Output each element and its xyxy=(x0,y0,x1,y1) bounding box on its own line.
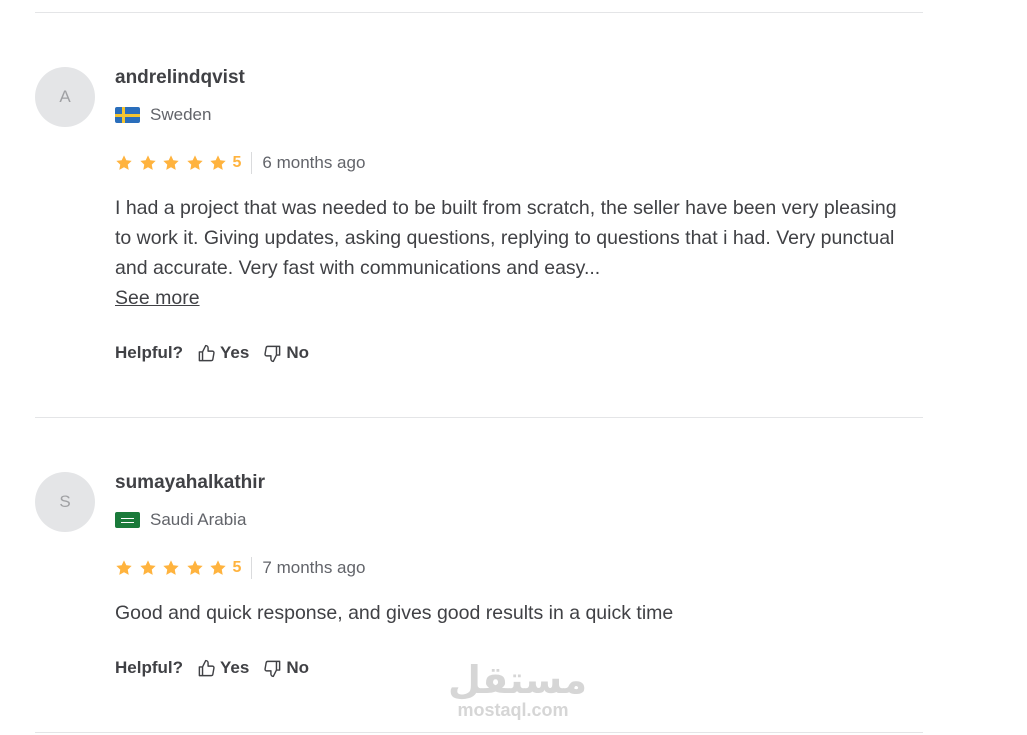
sweden-flag-icon xyxy=(115,107,140,123)
thumbs-down-icon xyxy=(264,660,281,677)
avatar-initial: A xyxy=(59,87,71,106)
rating-separator xyxy=(251,557,253,579)
reviewer-country: Sweden xyxy=(115,104,923,126)
reviewer-username: sumayahalkathir xyxy=(115,472,265,493)
watermark-latin: mostaql.com xyxy=(457,700,569,720)
reviewer-country: Saudi Arabia xyxy=(115,509,923,531)
review-divider-bottom xyxy=(35,732,923,733)
thumbs-up-icon xyxy=(198,344,215,361)
helpful-no-button[interactable]: No xyxy=(263,658,309,678)
star-icon xyxy=(210,155,226,170)
thumbs-up-icon xyxy=(198,659,215,676)
rating-row: 5 6 months ago xyxy=(115,152,923,174)
helpful-row: Helpful? Yes No xyxy=(115,342,923,364)
star-icon xyxy=(116,155,132,170)
rating-score: 5 xyxy=(232,559,242,576)
yes-label: Yes xyxy=(220,343,250,362)
no-label: No xyxy=(286,658,309,677)
reviewer-username: andrelindqvist xyxy=(115,67,245,88)
rating-separator xyxy=(251,152,253,174)
no-label: No xyxy=(286,343,309,362)
rating-score: 5 xyxy=(232,154,242,171)
star-icon xyxy=(210,560,226,575)
review-divider xyxy=(35,417,923,418)
review-divider-top xyxy=(35,12,923,13)
helpful-yes-button[interactable]: Yes xyxy=(197,658,249,678)
helpful-yes-button[interactable]: Yes xyxy=(197,343,249,363)
star-icon xyxy=(186,560,203,575)
avatar: A xyxy=(35,67,95,127)
review-content: andrelindqvist Sweden 5 6 months ago I h… xyxy=(115,67,923,364)
star-icon xyxy=(139,155,156,170)
watermark-arabic: مستقل xyxy=(448,658,587,702)
review-text: I had a project that was needed to be bu… xyxy=(115,197,897,279)
star-rating xyxy=(115,154,233,172)
avatar-initial: S xyxy=(59,492,71,511)
country-name: Saudi Arabia xyxy=(150,510,247,529)
review-time: 6 months ago xyxy=(262,153,366,172)
rating-row: 5 7 months ago xyxy=(115,557,923,579)
star-icon xyxy=(163,560,179,575)
review-text: Good and quick response, and gives good … xyxy=(115,602,674,624)
helpful-label: Helpful? xyxy=(115,343,183,362)
thumbs-down-icon xyxy=(264,345,281,362)
star-rating xyxy=(115,559,233,577)
star-icon xyxy=(186,155,203,170)
mostaql-watermark: مستقل mostaql.com xyxy=(448,658,587,720)
helpful-label: Helpful? xyxy=(115,658,183,677)
helpful-no-button[interactable]: No xyxy=(263,343,309,363)
yes-label: Yes xyxy=(220,658,250,677)
country-name: Sweden xyxy=(150,105,212,124)
review-time: 7 months ago xyxy=(262,558,366,577)
review-content: sumayahalkathir Saudi Arabia 5 7 months … xyxy=(115,472,923,679)
avatar: S xyxy=(35,472,95,532)
star-icon xyxy=(163,155,179,170)
see-more-link[interactable]: See more xyxy=(115,283,200,313)
star-icon xyxy=(139,560,156,575)
star-icon xyxy=(116,560,132,575)
saudi-arabia-flag-icon xyxy=(115,512,140,528)
